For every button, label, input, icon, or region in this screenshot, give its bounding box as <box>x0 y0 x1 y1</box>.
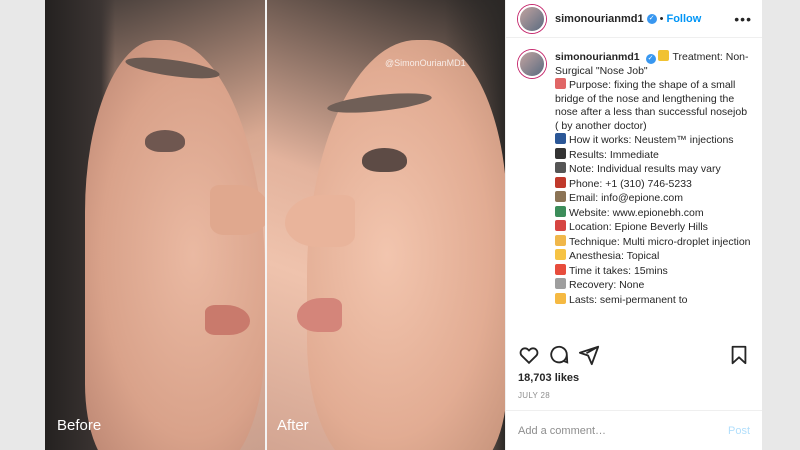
face-profile <box>85 40 265 450</box>
caption-line: Recovery: None <box>555 278 752 293</box>
before-photo: Before <box>45 0 265 450</box>
eye <box>362 148 407 172</box>
header-username[interactable]: simonourianmd1 <box>555 13 644 25</box>
after-label: After <box>277 417 309 434</box>
emoji-icon <box>555 176 566 188</box>
caption-line-text: Lasts: semi-permanent to <box>569 293 688 306</box>
comment-icon[interactable] <box>548 344 570 366</box>
avatar[interactable] <box>518 4 546 33</box>
watermark: @SimonOurianMD1 <box>385 58 466 68</box>
instagram-post-view: Before @SimonOurianMD1 After simonourian… <box>0 0 800 450</box>
emoji-icon <box>555 249 566 260</box>
verified-icon: ✓ <box>646 13 657 24</box>
caption-line: Lasts: semi-permanent to <box>555 292 752 308</box>
heart-icon[interactable] <box>518 344 540 366</box>
bookmark-icon[interactable] <box>728 344 750 366</box>
caption-line-text: Purpose: fixing the shape of a small bri… <box>555 79 748 132</box>
caption-line: Note: Individual results may vary <box>555 162 752 177</box>
emoji-icon <box>555 220 566 231</box>
post-button[interactable]: Post <box>728 425 750 437</box>
emoji-icon <box>555 133 566 144</box>
lips <box>297 298 342 332</box>
share-icon[interactable] <box>578 344 600 366</box>
caption-line: Location: Epione Beverly Hills <box>555 220 752 235</box>
caption-line: Anesthesia: Topical <box>555 249 752 264</box>
emoji-icon <box>658 50 670 61</box>
eye <box>145 130 185 152</box>
emoji-icon <box>555 147 566 159</box>
emoji-icon <box>555 278 566 289</box>
caption-line-text: Technique: Multi micro-droplet injection <box>569 235 751 248</box>
post-date[interactable]: JULY 28 <box>518 391 550 400</box>
caption-text: simonourianmd1 ✓ Treatment: Non-Surgical… <box>555 50 752 336</box>
caption-area: simonourianmd1 ✓ Treatment: Non-Surgical… <box>506 38 762 336</box>
avatar[interactable] <box>518 50 546 78</box>
separator-dot: • <box>659 12 664 25</box>
emoji-icon <box>555 292 566 304</box>
caption-line-text: Note: Individual results may vary <box>569 163 721 175</box>
before-label: Before <box>57 417 102 434</box>
emoji-icon <box>555 263 566 275</box>
lips <box>205 305 250 335</box>
caption-line: Email: info@epione.com <box>555 191 752 206</box>
caption-line-text: Anesthesia: Topical <box>569 250 660 262</box>
more-options-icon[interactable]: ••• <box>734 11 752 27</box>
caption-username[interactable]: simonourianmd1 <box>555 51 640 63</box>
caption-line-text: Time it takes: 15mins <box>569 264 668 277</box>
caption-line-text: Website: www.epionebh.com <box>569 206 704 219</box>
after-photo: @SimonOurianMD1 After <box>267 0 505 450</box>
emoji-icon <box>555 191 566 202</box>
caption-line-text: Results: Immediate <box>569 148 659 161</box>
caption-line: Technique: Multi micro-droplet injection <box>555 234 752 250</box>
caption-line: Time it takes: 15mins <box>555 263 752 279</box>
action-bar <box>518 344 750 366</box>
emoji-icon <box>555 205 566 217</box>
post-image[interactable]: Before @SimonOurianMD1 After <box>45 0 505 450</box>
caption-line-text: How it works: Neustem™ injections <box>569 134 734 146</box>
caption-line-text: Location: Epione Beverly Hills <box>569 221 708 233</box>
caption-line-text: Phone: +1 (310) 746-5233 <box>569 177 692 190</box>
nose <box>210 185 265 235</box>
caption-line-text: Email: info@epione.com <box>569 192 683 204</box>
emoji-icon <box>555 162 566 173</box>
emoji-icon <box>555 78 566 89</box>
caption-line: Phone: +1 (310) 746-5233 <box>555 176 752 192</box>
caption-line: Website: www.epionebh.com <box>555 205 752 221</box>
comment-input[interactable] <box>518 424 728 437</box>
likes-count[interactable]: 18,703 likes <box>518 372 579 384</box>
emoji-icon <box>555 234 566 246</box>
post-header: simonourianmd1 ✓ • Follow ••• <box>506 0 762 38</box>
caption-line: How it works: Neustem™ injections <box>555 133 752 148</box>
verified-icon: ✓ <box>645 54 656 64</box>
caption-line: Purpose: fixing the shape of a small bri… <box>555 78 752 133</box>
follow-button[interactable]: Follow <box>666 13 701 25</box>
caption-line: Results: Immediate <box>555 147 752 163</box>
post-sidebar: simonourianmd1 ✓ • Follow ••• simonouria… <box>505 0 762 450</box>
comment-box: Post <box>506 410 762 450</box>
nose <box>285 195 355 247</box>
caption-line-text: Recovery: None <box>569 279 645 291</box>
